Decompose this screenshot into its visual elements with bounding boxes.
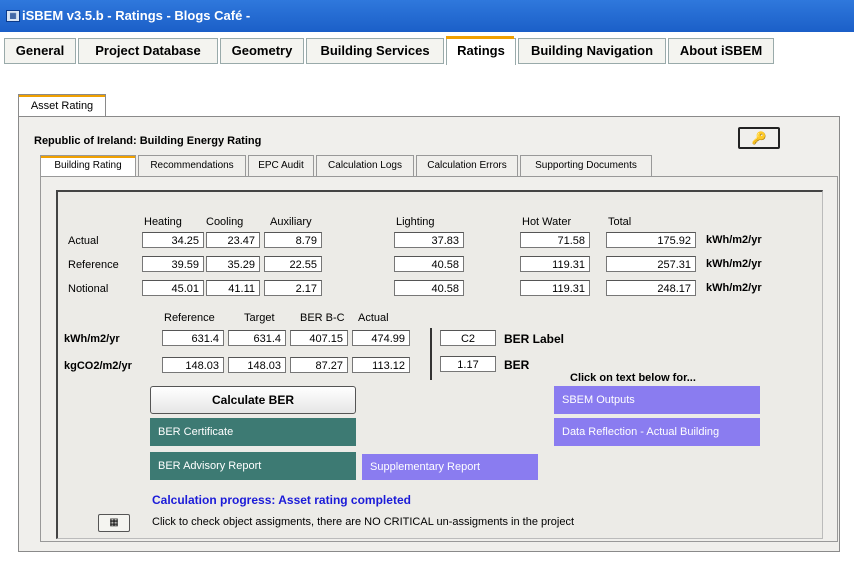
actual-lighting-field[interactable]: 37.83 <box>394 232 464 248</box>
ber-certificate-button[interactable]: BER Certificate <box>150 418 356 446</box>
reference-total-field[interactable]: 257.31 <box>606 256 696 272</box>
ber-energy-bc-field[interactable]: 407.15 <box>290 330 348 346</box>
tab-geometry[interactable]: Geometry <box>220 38 304 64</box>
col-total: Total <box>608 216 632 228</box>
sbem-outputs-button[interactable]: SBEM Outputs <box>554 386 760 414</box>
unit-label: kWh/m2/yr <box>706 234 762 246</box>
ber-co2-reference-field[interactable]: 148.03 <box>162 357 224 373</box>
tab-building-navigation[interactable]: Building Navigation <box>518 38 666 64</box>
row-label-reference: Reference <box>68 259 119 271</box>
ber-value-field[interactable]: 1.17 <box>440 356 496 372</box>
reference-hot-water-field[interactable]: 119.31 <box>520 256 590 272</box>
notional-total-field[interactable]: 248.17 <box>606 280 696 296</box>
title-bar: ▦ iSBEM v3.5.b - Ratings - Blogs Café - <box>0 0 854 32</box>
reference-auxiliary-field[interactable]: 22.55 <box>264 256 322 272</box>
supplementary-report-button[interactable]: Supplementary Report <box>362 454 538 480</box>
tab-calculation-errors[interactable]: Calculation Errors <box>416 155 518 177</box>
col-auxiliary: Auxiliary <box>270 216 312 228</box>
tab-calculation-logs[interactable]: Calculation Logs <box>316 155 414 177</box>
notional-lighting-field[interactable]: 40.58 <box>394 280 464 296</box>
tab-ratings[interactable]: Ratings <box>446 36 516 65</box>
actual-total-field[interactable]: 175.92 <box>606 232 696 248</box>
notional-auxiliary-field[interactable]: 2.17 <box>264 280 322 296</box>
ber-row-energy-label: kWh/m2/yr <box>64 333 120 345</box>
tab-asset-rating[interactable]: Asset Rating <box>18 94 106 117</box>
check-assignments-button[interactable]: ▦ <box>98 514 130 532</box>
actual-heating-field[interactable]: 34.25 <box>142 232 204 248</box>
tab-about-isbem[interactable]: About iSBEM <box>668 38 774 64</box>
col-actual: Actual <box>358 312 389 324</box>
grid-icon: ▦ <box>109 517 119 528</box>
actual-hot-water-field[interactable]: 71.58 <box>520 232 590 248</box>
ber-advisory-report-button[interactable]: BER Advisory Report <box>150 452 356 480</box>
key-button[interactable]: 🔑 <box>738 127 780 149</box>
actual-auxiliary-field[interactable]: 8.79 <box>264 232 322 248</box>
ber-energy-target-field[interactable]: 631.4 <box>228 330 286 346</box>
ber-label-field[interactable]: C2 <box>440 330 496 346</box>
col-lighting: Lighting <box>396 216 435 228</box>
ber-value-caption: BER <box>504 358 530 372</box>
reference-lighting-field[interactable]: 40.58 <box>394 256 464 272</box>
click-hint: Click on text below for... <box>570 372 696 384</box>
tab-general[interactable]: General <box>4 38 76 64</box>
row-label-actual: Actual <box>68 235 99 247</box>
ber-co2-bc-field[interactable]: 87.27 <box>290 357 348 373</box>
divider <box>430 328 432 380</box>
col-target: Target <box>244 312 275 324</box>
window-title: iSBEM v3.5.b - Ratings - Blogs Café - <box>22 8 251 23</box>
ber-co2-actual-field[interactable]: 113.12 <box>352 357 410 373</box>
calculation-progress: Calculation progress: Asset rating compl… <box>152 493 411 507</box>
reference-heating-field[interactable]: 39.59 <box>142 256 204 272</box>
actual-cooling-field[interactable]: 23.47 <box>206 232 260 248</box>
tab-epc-audit[interactable]: EPC Audit <box>248 155 314 177</box>
col-hot-water: Hot Water <box>522 216 572 228</box>
unit-label: kWh/m2/yr <box>706 258 762 270</box>
app-window: ▦ iSBEM v3.5.b - Ratings - Blogs Café - … <box>0 0 854 571</box>
col-cooling: Cooling <box>206 216 244 228</box>
tab-building-services[interactable]: Building Services <box>306 38 444 64</box>
tab-building-rating[interactable]: Building Rating <box>40 155 136 178</box>
ber-energy-actual-field[interactable]: 474.99 <box>352 330 410 346</box>
ber-row-co2-label: kgCO2/m2/yr <box>64 360 132 372</box>
app-icon: ▦ <box>6 10 20 22</box>
tab-project-database[interactable]: Project Database <box>78 38 218 64</box>
col-reference: Reference <box>164 312 215 324</box>
ber-energy-reference-field[interactable]: 631.4 <box>162 330 224 346</box>
col-ber-b-c: BER B-C <box>300 312 345 324</box>
ber-co2-target-field[interactable]: 148.03 <box>228 357 286 373</box>
panel-title: Republic of Ireland: Building Energy Rat… <box>34 135 262 147</box>
data-reflection-button[interactable]: Data Reflection - Actual Building <box>554 418 760 446</box>
tab-supporting-documents[interactable]: Supporting Documents <box>520 155 652 177</box>
notional-hot-water-field[interactable]: 119.31 <box>520 280 590 296</box>
notional-cooling-field[interactable]: 41.11 <box>206 280 260 296</box>
unit-label: kWh/m2/yr <box>706 282 762 294</box>
ber-label-caption: BER Label <box>504 332 565 346</box>
col-heating: Heating <box>144 216 182 228</box>
key-icon: 🔑 <box>751 131 767 145</box>
row-label-notional: Notional <box>68 283 109 295</box>
notional-heating-field[interactable]: 45.01 <box>142 280 204 296</box>
calculate-ber-button[interactable]: Calculate BER <box>150 386 356 414</box>
main-tab-bar: General Project Database Geometry Buildi… <box>0 32 854 72</box>
tab-recommendations[interactable]: Recommendations <box>138 155 246 177</box>
reference-cooling-field[interactable]: 35.29 <box>206 256 260 272</box>
check-assignments-note: Click to check object assigments, there … <box>152 516 575 528</box>
